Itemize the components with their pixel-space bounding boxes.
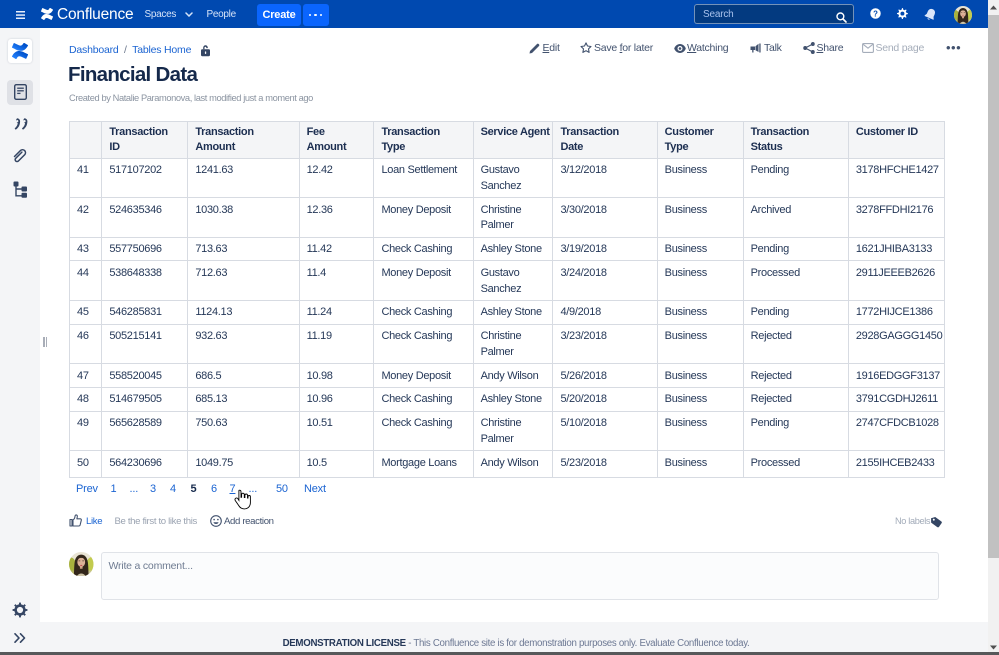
svg-text:?: ? (873, 9, 878, 18)
